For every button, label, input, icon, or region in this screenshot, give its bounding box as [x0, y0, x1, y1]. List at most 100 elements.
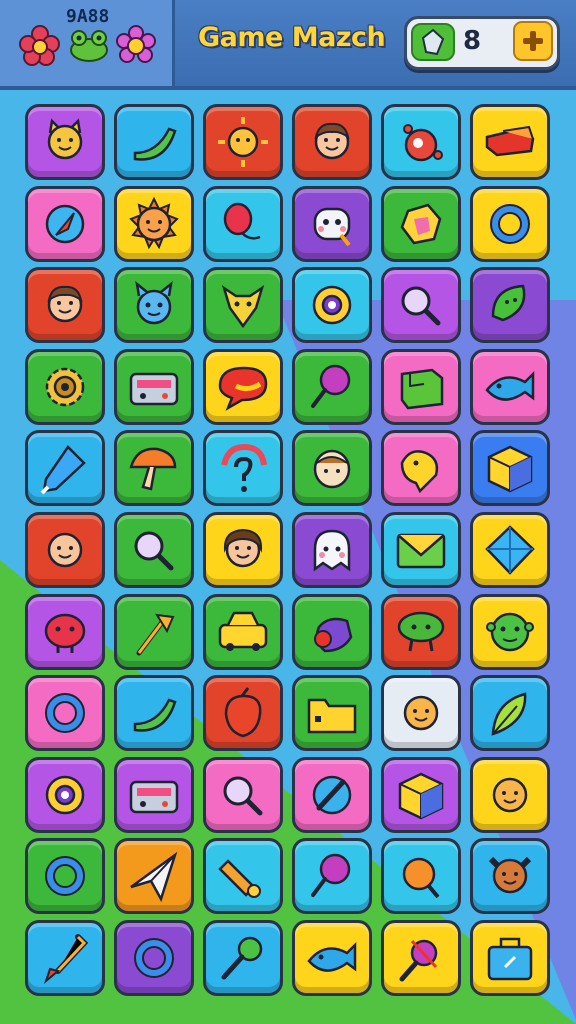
cube-icon	[398, 772, 444, 820]
ribbon-icon	[485, 125, 535, 157]
tile-gear[interactable]	[25, 349, 105, 425]
tile-lollipop[interactable]	[292, 349, 372, 425]
tile-egg-face[interactable]	[292, 430, 372, 506]
tile-cat-face[interactable]	[25, 104, 105, 180]
tile-magnifier[interactable]	[203, 757, 283, 833]
tile-banana[interactable]	[114, 104, 194, 180]
mushroom-icon	[129, 447, 177, 491]
box-icon	[400, 368, 444, 410]
tile-compass[interactable]	[25, 186, 105, 262]
tile-ring[interactable]	[25, 675, 105, 751]
tile-rocket[interactable]	[292, 757, 372, 833]
fish-icon	[307, 941, 357, 972]
baby-face-icon	[47, 532, 83, 568]
tile-radio[interactable]	[114, 757, 194, 833]
tile-robot[interactable]	[292, 186, 372, 262]
sun-face-icon	[129, 196, 179, 250]
tile-folder[interactable]	[292, 675, 372, 751]
tile-gem[interactable]	[381, 186, 461, 262]
tile-sun[interactable]	[203, 104, 283, 180]
tile-magnifier[interactable]	[114, 512, 194, 588]
tile-bird[interactable]	[292, 594, 372, 670]
tile-chat-bubble[interactable]	[203, 349, 283, 425]
tile-magnifier[interactable]	[381, 267, 461, 343]
tile-brush[interactable]	[25, 920, 105, 996]
tile-orange[interactable]	[381, 838, 461, 914]
cat-face-icon	[47, 118, 83, 160]
tile-sun-face[interactable]	[114, 186, 194, 262]
tile-box[interactable]	[381, 349, 461, 425]
radio-icon	[129, 372, 179, 406]
lollipop-icon	[311, 853, 351, 897]
tile-rattle[interactable]	[203, 920, 283, 996]
tile-dog-face[interactable]	[470, 838, 550, 914]
tile-lollipop[interactable]	[292, 838, 372, 914]
tile-donut[interactable]	[25, 757, 105, 833]
tile-ring[interactable]	[114, 920, 194, 996]
tile-tree[interactable]	[381, 594, 461, 670]
leaf-face-icon	[491, 284, 526, 322]
smiley-icon	[492, 777, 528, 813]
tile-radio[interactable]	[114, 349, 194, 425]
tile-glue[interactable]	[25, 430, 105, 506]
envelope-icon	[396, 533, 446, 569]
tile-baby-face[interactable]	[25, 512, 105, 588]
cube-icon	[487, 445, 533, 493]
tile-spray[interactable]	[381, 920, 461, 996]
tile-balloon[interactable]	[203, 186, 283, 262]
ring-icon	[45, 856, 85, 896]
tile-alien[interactable]	[470, 594, 550, 670]
tile-paper-plane[interactable]	[114, 838, 194, 914]
tile-question[interactable]	[203, 430, 283, 506]
chat-bubble-icon	[218, 366, 268, 411]
tile-donut[interactable]	[292, 267, 372, 343]
tile-cube[interactable]	[470, 430, 550, 506]
tile-boy-face[interactable]	[292, 104, 372, 180]
tile-cube[interactable]	[381, 757, 461, 833]
tile-ribbon[interactable]	[470, 104, 550, 180]
fish-icon	[485, 370, 535, 401]
tile-fish[interactable]	[292, 920, 372, 996]
radio-icon	[129, 780, 179, 814]
orange-icon	[402, 857, 440, 899]
ring-icon	[45, 693, 85, 733]
tile-car[interactable]	[203, 594, 283, 670]
egg-face-icon	[313, 449, 351, 489]
tile-ornament[interactable]	[381, 104, 461, 180]
tile-fish[interactable]	[470, 349, 550, 425]
wand-icon	[136, 613, 175, 656]
tile-bag[interactable]	[470, 920, 550, 996]
tile-mushroom[interactable]	[114, 430, 194, 506]
tile-acorn[interactable]	[203, 675, 283, 751]
tile-smiley[interactable]	[381, 675, 461, 751]
girl-face-icon	[223, 528, 263, 568]
candle-icon	[218, 859, 261, 898]
gem-icon	[400, 203, 442, 245]
tile-candle[interactable]	[203, 838, 283, 914]
acorn-icon	[224, 687, 262, 738]
tile-ring[interactable]	[470, 186, 550, 262]
tile-ring[interactable]	[25, 838, 105, 914]
tile-banana[interactable]	[114, 675, 194, 751]
game-board	[0, 0, 576, 1024]
magnifier-icon	[134, 531, 174, 571]
tile-monster[interactable]	[114, 267, 194, 343]
tile-girl-face[interactable]	[203, 512, 283, 588]
tile-fox[interactable]	[203, 267, 283, 343]
diamond-icon	[485, 525, 535, 575]
tile-blob[interactable]	[25, 594, 105, 670]
tile-leaf-face[interactable]	[470, 267, 550, 343]
compass-icon	[45, 204, 85, 244]
tile-ghost[interactable]	[292, 512, 372, 588]
tile-envelope[interactable]	[381, 512, 461, 588]
lollipop-icon	[311, 364, 351, 408]
tile-leaf[interactable]	[470, 675, 550, 751]
tile-boy-face[interactable]	[25, 267, 105, 343]
tile-wand[interactable]	[114, 594, 194, 670]
smiley-icon	[403, 695, 439, 731]
tile-duck[interactable]	[381, 430, 461, 506]
tile-diamond[interactable]	[470, 512, 550, 588]
tile-smiley[interactable]	[470, 757, 550, 833]
blob-icon	[44, 613, 86, 653]
duck-icon	[400, 450, 439, 494]
